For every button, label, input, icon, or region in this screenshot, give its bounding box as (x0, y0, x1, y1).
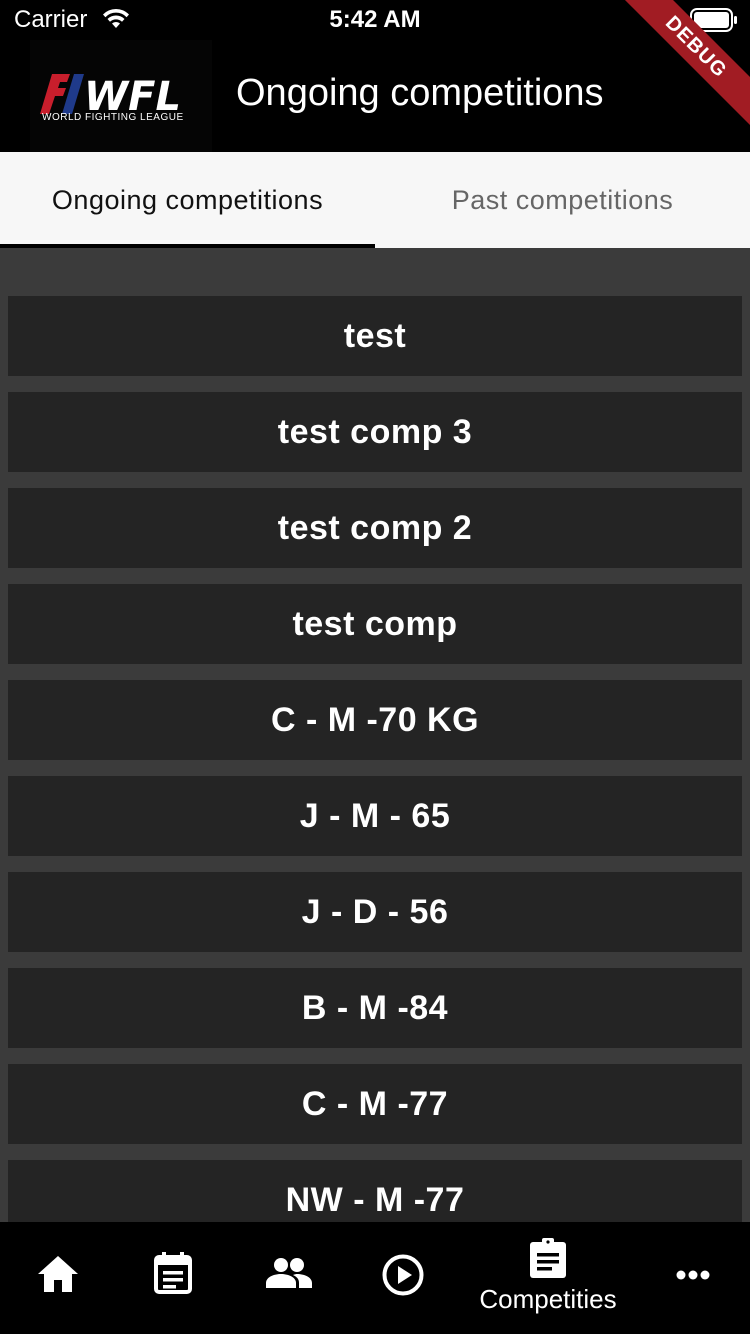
competition-item[interactable]: test comp (8, 584, 742, 664)
people-icon (266, 1258, 312, 1288)
competition-item[interactable]: C - M -77 (8, 1064, 742, 1144)
logo-caption: WORLD FIGHTING LEAGUE (42, 112, 184, 123)
nav-competities-label: Competities (479, 1284, 617, 1314)
play-circle-icon (382, 1254, 424, 1296)
wfl-logo-mark: WFL (40, 74, 181, 116)
competition-item[interactable]: NW - M -77 (8, 1160, 742, 1222)
calendar-icon (154, 1252, 192, 1294)
more-icon (676, 1270, 710, 1280)
app-bar: WFL WORLD FIGHTING LEAGUE Ongoing compet… (0, 40, 750, 152)
nav-home[interactable] (0, 1222, 116, 1334)
home-icon (38, 1256, 78, 1292)
tab-bar: Ongoing competitions Past competitions (0, 152, 750, 248)
clipboard-icon (530, 1238, 566, 1278)
tab-label: Ongoing competitions (51, 184, 324, 215)
competition-list[interactable]: test test comp 3 test comp 2 test comp C… (0, 248, 750, 1222)
competition-item[interactable]: test comp 3 (8, 392, 742, 472)
nav-people[interactable] (232, 1222, 348, 1334)
competition-item[interactable]: test comp 2 (8, 488, 742, 568)
logo-letters: WFL (84, 74, 181, 116)
nav-more[interactable] (632, 1222, 750, 1334)
competition-item[interactable]: B - M -84 (8, 968, 742, 1048)
nav-play[interactable] (348, 1222, 464, 1334)
nav-competities[interactable]: Competities (464, 1222, 632, 1334)
page-title: Ongoing competitions (236, 72, 604, 114)
nav-calendar[interactable] (116, 1222, 232, 1334)
competition-item[interactable]: test (8, 296, 742, 376)
tab-ongoing-competitions[interactable]: Ongoing competitions (0, 152, 375, 248)
competition-item[interactable]: J - D - 56 (8, 872, 742, 952)
tab-label: Past competitions (451, 184, 674, 215)
competition-item[interactable]: J - M - 65 (8, 776, 742, 856)
wfl-logo: WFL WORLD FIGHTING LEAGUE (30, 40, 212, 152)
screen: Carrier 5:42 AM DEBUG WFL WORLD FIGHTING… (0, 0, 750, 1334)
bottom-nav: Competities (0, 1222, 750, 1334)
tab-past-competitions[interactable]: Past competitions (375, 152, 750, 248)
competition-item[interactable]: C - M -70 KG (8, 680, 742, 760)
